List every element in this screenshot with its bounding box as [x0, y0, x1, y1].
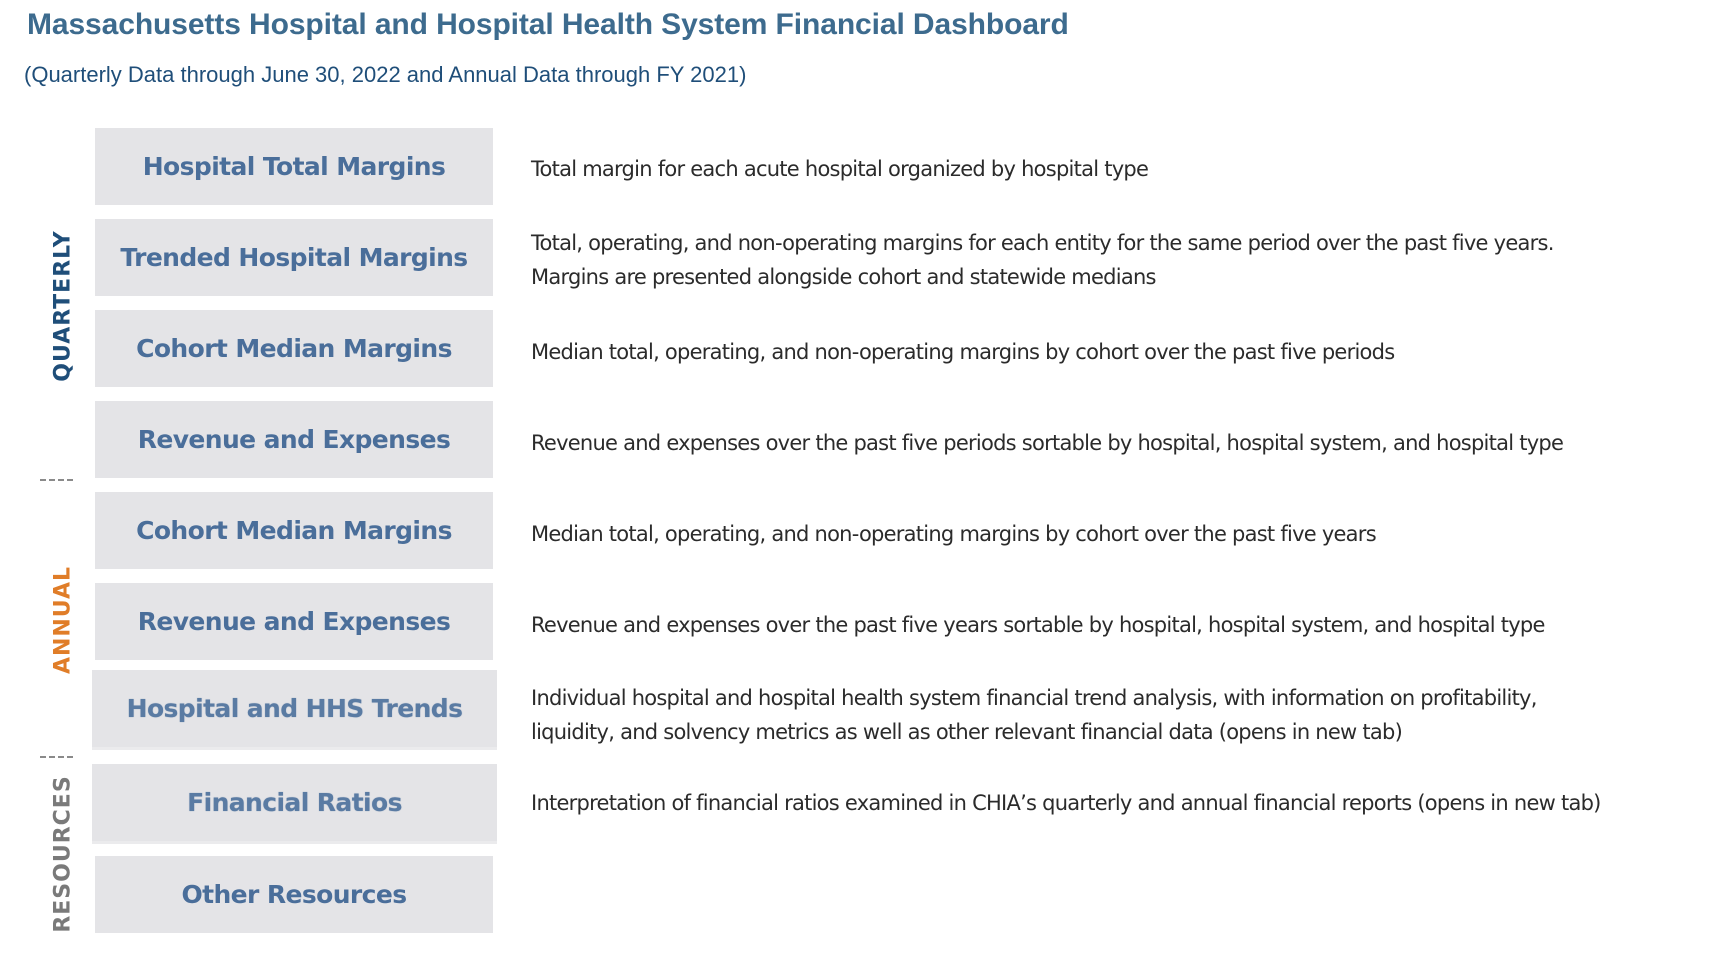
description-hospital-total-margins: Total margin for each acute hospital org…: [531, 152, 1149, 186]
nav-button-quarterly-trended-hospital-margins[interactable]: Trended Hospital Margins: [95, 219, 493, 296]
description-line: Total, operating, and non-operating marg…: [531, 231, 1554, 255]
nav-button-label: Cohort Median Margins: [136, 334, 452, 363]
description-quarterly-revenue-and-expenses: Revenue and expenses over the past five …: [531, 426, 1564, 460]
nav-button-label: Cohort Median Margins: [136, 516, 452, 545]
nav-button-label: Hospital Total Margins: [142, 152, 446, 181]
description-quarterly-cohort-median-margins: Median total, operating, and non-operati…: [531, 335, 1395, 369]
description-line: liquidity, and solvency metrics as well …: [531, 720, 1403, 744]
section-divider-quarterly-annual: [40, 479, 73, 481]
description-line: Individual hospital and hospital health …: [531, 686, 1537, 710]
description-trended-hospital-margins: Total, operating, and non-operating marg…: [531, 226, 1554, 294]
description-annual-revenue-and-expenses: Revenue and expenses over the past five …: [531, 608, 1545, 642]
section-label-quarterly: QUARTERLY: [50, 230, 76, 382]
nav-button-label: Hospital and HHS Trends: [126, 694, 463, 723]
description-line: Margins are presented alongside cohort a…: [531, 265, 1156, 289]
section-label-resources: RESOURCES: [50, 775, 76, 933]
nav-button-hospital-and-hhs-trends[interactable]: Hospital and HHS Trends: [92, 670, 497, 747]
description-hospital-and-hhs-trends: Individual hospital and hospital health …: [531, 681, 1537, 749]
nav-button-label: Revenue and Expenses: [137, 607, 451, 636]
description-line: Interpretation of financial ratios exami…: [531, 791, 1601, 815]
description-financial-ratios: Interpretation of financial ratios exami…: [531, 786, 1601, 820]
nav-button-quarterly-cohort-median-margins[interactable]: Cohort Median Margins: [95, 310, 493, 387]
nav-button-annual-cohort-median-margins[interactable]: Cohort Median Margins: [95, 492, 493, 569]
nav-button-label: Trended Hospital Margins: [120, 243, 468, 272]
nav-button-label: Other Resources: [181, 880, 407, 909]
page-subtitle: (Quarterly Data through June 30, 2022 an…: [24, 62, 747, 87]
page-title: Massachusetts Hospital and Hospital Heal…: [27, 8, 1069, 41]
description-line: Revenue and expenses over the past five …: [531, 613, 1545, 637]
nav-button-financial-ratios[interactable]: Financial Ratios: [92, 764, 497, 841]
nav-button-quarterly-revenue-and-expenses[interactable]: Revenue and Expenses: [95, 401, 493, 478]
nav-button-label: Financial Ratios: [187, 788, 402, 817]
description-line: Median total, operating, and non-operati…: [531, 340, 1395, 364]
nav-button-quarterly-hospital-total-margins[interactable]: Hospital Total Margins: [95, 128, 493, 205]
nav-button-annual-revenue-and-expenses[interactable]: Revenue and Expenses: [95, 583, 493, 660]
nav-button-other-resources[interactable]: Other Resources: [95, 856, 493, 933]
description-line: Median total, operating, and non-operati…: [531, 522, 1377, 546]
description-annual-cohort-median-margins: Median total, operating, and non-operati…: [531, 517, 1377, 551]
nav-button-label: Revenue and Expenses: [137, 425, 451, 454]
section-label-annual: ANNUAL: [50, 565, 76, 675]
description-line: Revenue and expenses over the past five …: [531, 431, 1564, 455]
section-divider-annual-resources: [40, 756, 73, 758]
description-line: Total margin for each acute hospital org…: [531, 157, 1149, 181]
